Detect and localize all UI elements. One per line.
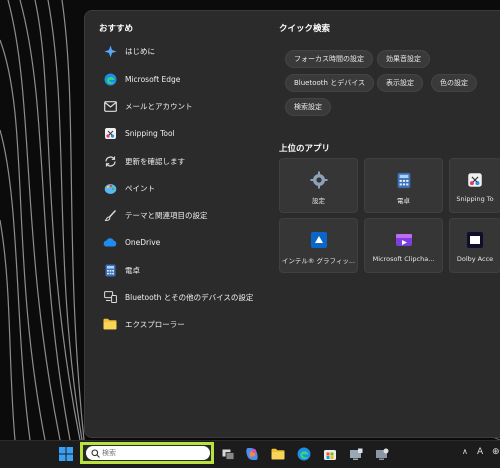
- top-app-clipchamp[interactable]: Microsoft Clipcha...: [364, 218, 443, 273]
- device-manager-icon: [350, 448, 363, 460]
- recommended-item-calculator[interactable]: 電卓: [103, 259, 263, 281]
- recommended-item-paint[interactable]: ペイント: [103, 177, 263, 199]
- copilot-button[interactable]: [244, 446, 260, 462]
- recommended-item-label: 電卓: [125, 265, 140, 275]
- update-icon: [103, 154, 117, 168]
- store-taskbar-button[interactable]: [322, 446, 338, 462]
- explorer-taskbar-button[interactable]: [270, 446, 286, 462]
- bluetooth-devices-icon: [103, 290, 117, 304]
- get-started-icon: [103, 44, 117, 58]
- top-app-snipping-tool[interactable]: Snipping To: [449, 158, 500, 213]
- edge-taskbar-button[interactable]: [296, 446, 312, 462]
- top-app-label: インテル® グラフィッ...: [281, 257, 356, 265]
- onedrive-icon: [103, 235, 117, 249]
- start-menu-panel: おすすめ はじめに Microsoft Edge メールとアカウント Snipp…: [84, 10, 500, 438]
- settings-gear-icon: [309, 170, 329, 190]
- quick-search-chip-colors[interactable]: 色の設定: [431, 74, 477, 92]
- taskbar-search-box[interactable]: [80, 442, 214, 464]
- recommended-item-label: Snipping Tool: [125, 128, 175, 138]
- start-button[interactable]: [58, 446, 74, 462]
- dolby-icon: [465, 230, 485, 250]
- recommended-item-label: メールとアカウント: [125, 101, 193, 111]
- recommended-item-onedrive[interactable]: OneDrive: [103, 231, 263, 253]
- calculator-icon: [394, 170, 414, 190]
- recommended-item-label: 更新を確認します: [125, 156, 185, 166]
- edge-icon: [103, 72, 117, 86]
- recommended-item-snipping-tool[interactable]: Snipping Tool: [103, 122, 263, 144]
- brush-icon: [103, 208, 117, 222]
- quick-search-chip-search-settings[interactable]: 検索設定: [285, 98, 331, 116]
- calculator-icon: [103, 263, 117, 277]
- recommended-item-label: Microsoft Edge: [125, 74, 181, 84]
- pinned-app-2-button[interactable]: [374, 446, 390, 462]
- tray-overflow-chevron-icon[interactable]: ∧: [462, 447, 468, 456]
- recommended-item-check-updates[interactable]: 更新を確認します: [103, 150, 263, 172]
- paint-icon: [103, 181, 117, 195]
- top-app-settings[interactable]: 設定: [279, 158, 358, 213]
- mail-icon: [103, 99, 117, 113]
- snipping-tool-icon: [465, 170, 485, 190]
- system-tool-icon: [376, 448, 389, 460]
- store-icon: [324, 450, 336, 460]
- network-globe-icon[interactable]: ⊕: [492, 447, 500, 457]
- recommended-item-explorer[interactable]: エクスプローラー: [103, 313, 263, 335]
- quick-search-heading: クイック検索: [279, 24, 331, 34]
- snipping-tool-icon: [103, 126, 117, 140]
- quick-search-chip-display[interactable]: 表示設定: [377, 74, 423, 92]
- folder-icon: [271, 448, 285, 460]
- top-app-calculator[interactable]: 電卓: [364, 158, 443, 213]
- top-app-intel-graphics[interactable]: インテル® グラフィッ...: [279, 218, 358, 273]
- top-app-label: 設定: [312, 197, 325, 205]
- task-view-icon: [222, 449, 234, 460]
- recommended-item-label: OneDrive: [125, 237, 161, 247]
- top-app-label: Snipping To: [456, 195, 494, 203]
- top-app-label: Dolby Acce: [456, 255, 494, 263]
- top-app-label: Microsoft Clipcha...: [372, 255, 435, 263]
- recommended-item-label: エクスプローラー: [125, 319, 185, 329]
- intel-graphics-icon: [309, 230, 329, 250]
- top-app-dolby-access[interactable]: Dolby Acce: [449, 218, 500, 273]
- recommended-item-label: Bluetooth とその他のデバイスの設定: [125, 292, 254, 302]
- top-app-label: 電卓: [397, 197, 410, 205]
- input-indicator[interactable]: A: [477, 447, 483, 457]
- task-view-button[interactable]: [220, 446, 236, 462]
- top-apps-heading: 上位のアプリ: [279, 144, 331, 154]
- windows-logo-icon: [59, 447, 73, 461]
- recommended-item-label: ペイント: [125, 183, 155, 193]
- recommended-item-mail-accounts[interactable]: メールとアカウント: [103, 95, 263, 117]
- search-field[interactable]: [86, 446, 210, 460]
- folder-icon: [103, 317, 117, 331]
- recommended-item-bluetooth-settings[interactable]: Bluetooth とその他のデバイスの設定: [103, 286, 283, 308]
- recommended-item-get-started[interactable]: はじめに: [103, 40, 263, 62]
- recommended-item-label: はじめに: [125, 46, 155, 56]
- quick-search-chip-focus[interactable]: フォーカス時間の設定: [285, 50, 373, 68]
- edge-icon: [297, 447, 311, 461]
- pinned-app-1-button[interactable]: [348, 446, 364, 462]
- quick-search-chip-sound-effects[interactable]: 効果音設定: [377, 50, 430, 68]
- clipchamp-icon: [394, 230, 414, 250]
- recommended-heading: おすすめ: [99, 24, 134, 34]
- recommended-item-theme-settings[interactable]: テーマと関連項目の設定: [103, 204, 263, 226]
- search-input[interactable]: [102, 449, 202, 457]
- quick-search-chip-bluetooth[interactable]: Bluetooth とデバイス: [285, 74, 374, 92]
- search-icon: [91, 448, 100, 458]
- recommended-item-edge[interactable]: Microsoft Edge: [103, 68, 263, 90]
- recommended-item-label: テーマと関連項目の設定: [125, 210, 208, 220]
- copilot-icon: [246, 448, 258, 460]
